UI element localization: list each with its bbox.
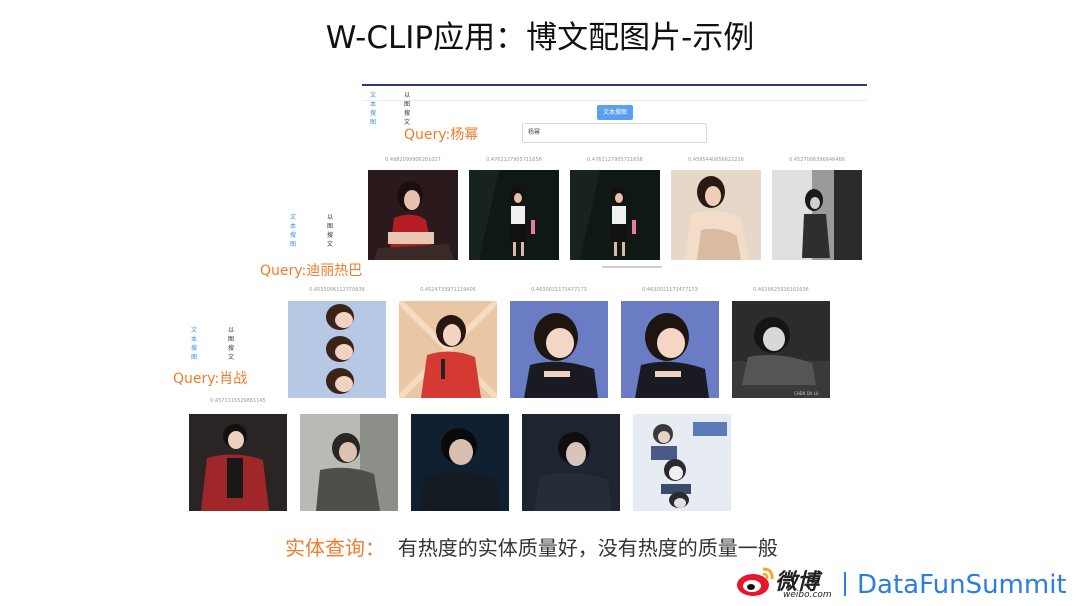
result-image-1-2[interactable] [469,170,559,260]
slide-title: W-CLIP应用：博文配图片-示例 [325,20,755,56]
tab-text-search-2[interactable]: 文本搜图 [290,212,296,248]
tab-image-search-2[interactable]: 以图搜文 [327,212,333,248]
tab-text-search-3[interactable]: 文本搜图 [191,325,197,361]
result-image-3-4[interactable] [522,414,620,511]
query-label-1: Query:杨幂 [404,127,479,143]
score-2-3: 0.4630021173477173 [531,287,587,293]
result-image-1-1[interactable] [368,170,458,260]
search-button[interactable]: 文本搜图 [597,105,633,120]
score-1-4: 0.4585440656621216 [688,157,744,163]
result-image-2-1[interactable] [288,301,386,398]
query-input[interactable]: 杨幂 [522,123,707,143]
footer-colon: ： [365,536,385,560]
footer-body: 有热度的实体质量好，没有热度的质量一般 [397,536,778,560]
result-image-3-5[interactable] [633,414,731,511]
score-2-4: 0.4630021173477173 [642,287,698,293]
query-label-2: Query:迪丽热巴 [260,263,363,279]
result-image-1-5[interactable] [772,170,862,260]
tab-text-search-1[interactable]: 文本搜图 [370,90,376,126]
result-image-2-3[interactable] [510,301,608,398]
result-image-2-2[interactable] [399,301,497,398]
result-image-1-3[interactable] [570,170,660,260]
score-2-2: 0.4524733971119406 [420,287,476,293]
weibo-logo-url: weibo.com [783,590,832,600]
score-1-3: 0.4762127905711656 [587,157,643,163]
horizontal-scrollbar[interactable] [602,266,662,268]
result-image-2-5[interactable]: CHEN DA LU [732,301,830,398]
score-2-1: 0.4535006112370636 [309,287,365,293]
query-label-3: Query:肖战 [173,371,248,387]
weibo-logo-icon [735,563,775,603]
logo-divider [844,572,846,596]
score-1-2: 0.4762127905711656 [486,157,542,163]
result-image-1-4[interactable] [671,170,761,260]
result-image-3-1[interactable] [189,414,287,511]
photo-caption: CHEN DA LU [794,391,819,396]
result-image-3-2[interactable] [300,414,398,511]
footer-highlight: 实体查询 [285,536,365,560]
result-image-3-3[interactable] [411,414,509,511]
tab-image-search-1[interactable]: 以图搜文 [404,90,410,126]
score-3-1: 0.4571315529861145 [210,398,266,404]
score-1-5: 0.4527006396646466 [789,157,845,163]
brand-logo: DataFunSummit [857,570,1067,600]
score-1-1: 0.4982099906261027 [385,157,441,163]
panel-top-border [362,84,867,86]
footer-statement: 实体查询： 有热度的实体质量好，没有热度的质量一般 [285,532,778,561]
score-2-5: 0.4626625936161606 [753,287,809,293]
tab-divider-1 [362,100,867,101]
tab-image-search-3[interactable]: 以图搜文 [228,325,234,361]
result-image-2-4[interactable] [621,301,719,398]
